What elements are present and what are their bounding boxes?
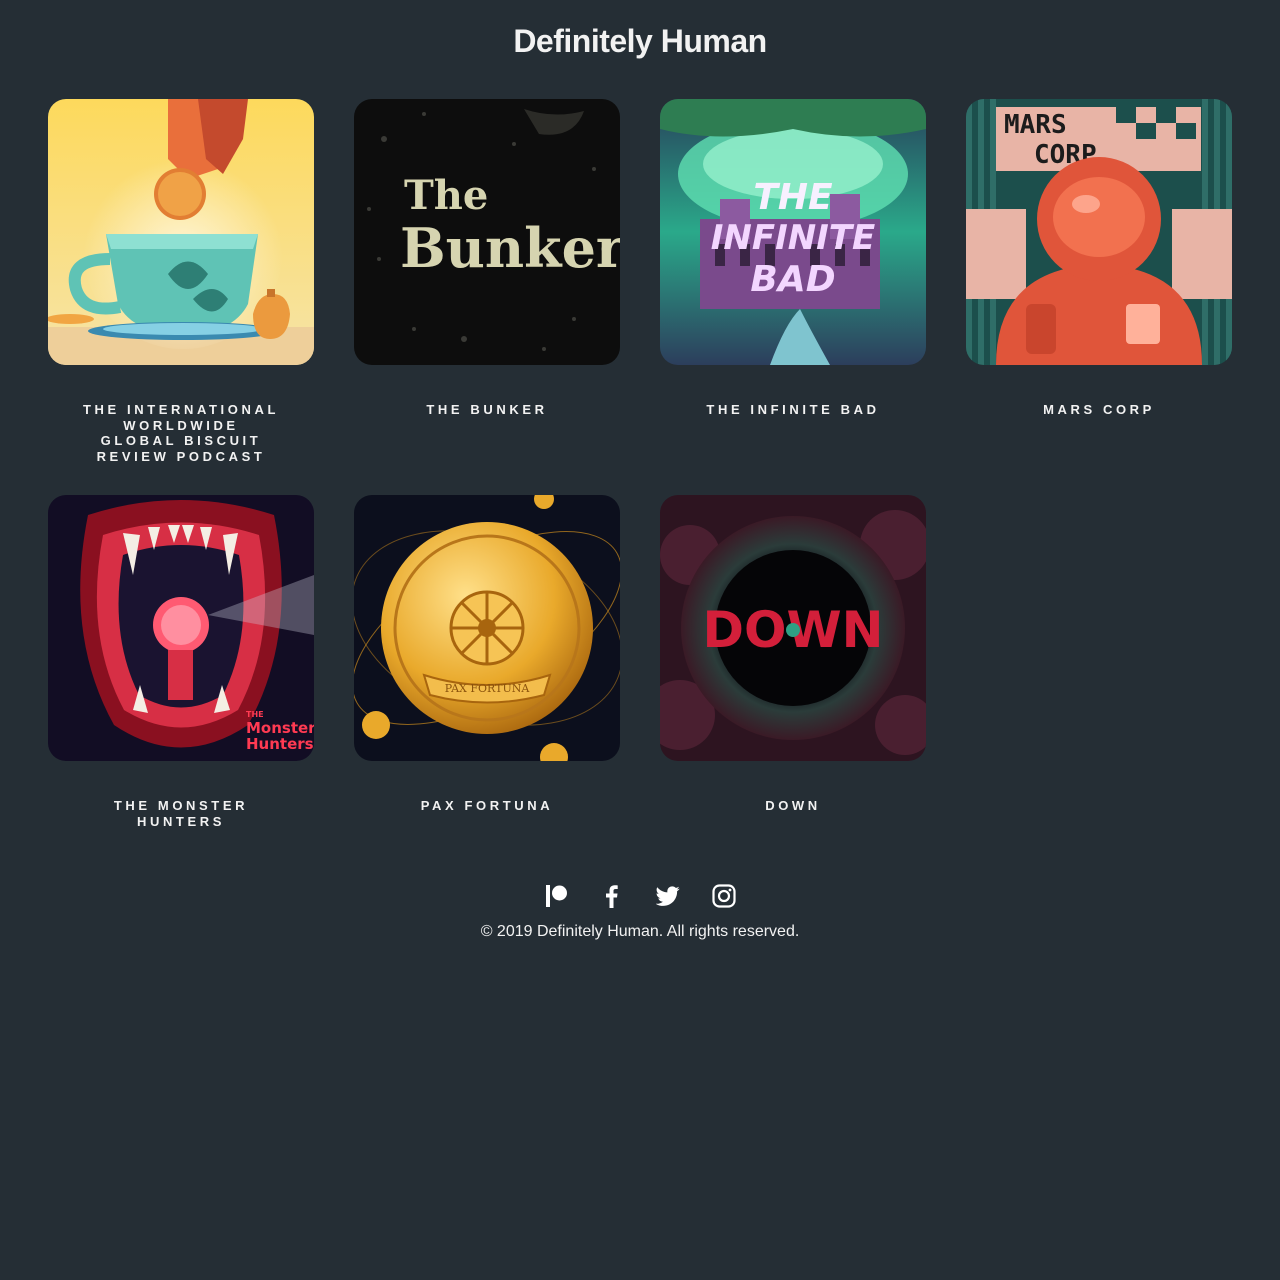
mars-corp-cover[interactable]: MARS CORP — [966, 99, 1232, 365]
site-footer: © 2019 Definitely Human. All rights rese… — [0, 878, 1280, 941]
pax-fortuna-art-text: PAX FORTUNA — [445, 682, 531, 695]
the-bunker-cover[interactable]: The Bunker — [354, 99, 620, 365]
patreon-icon[interactable] — [544, 884, 568, 908]
podcast-title[interactable]: THE INTERNATIONAL WORLDWIDE GLOBAL BISCU… — [48, 402, 314, 464]
podcast-title[interactable]: THE MONSTER HUNTERS — [48, 798, 314, 829]
podcast-card-the-infinite-bad[interactable]: THE INFINITE BAD THE INFINITE BAD — [660, 99, 926, 418]
mars-corp-art-text-mars: MARS — [1004, 110, 1067, 140]
podcast-card-the-monster-hunters[interactable]: THE Monster Hunters THE MONSTER HUNTERS — [48, 495, 314, 829]
site-title: Definitely Human — [513, 23, 767, 59]
infinite-bad-art-text-infinite: INFINITE — [711, 218, 876, 258]
podcast-title[interactable]: MARS CORP — [966, 402, 1232, 418]
podcast-title[interactable]: THE BUNKER — [354, 402, 620, 418]
infinite-bad-art-text-bad: BAD — [750, 259, 835, 300]
infinite-bad-art-text-the: THE — [753, 177, 833, 218]
instagram-icon[interactable] — [712, 884, 736, 908]
podcast-card-down[interactable]: DOWN DOWN — [660, 495, 926, 814]
twitter-icon[interactable] — [655, 884, 680, 908]
monster-hunters-art-text-hunters: Hunters — [246, 735, 314, 753]
podcast-card-pax-fortuna[interactable]: PAX FORTUNA PAX FORTUNA — [354, 495, 620, 814]
down-cover[interactable]: DOWN — [660, 495, 926, 761]
podcast-card-biscuit-review[interactable]: THE INTERNATIONAL WORLDWIDE GLOBAL BISCU… — [48, 99, 314, 464]
bunker-art-text-bunker: Bunker — [400, 216, 620, 280]
facebook-icon[interactable] — [600, 884, 624, 908]
podcast-title[interactable]: THE INFINITE BAD — [660, 402, 926, 418]
podcast-title[interactable]: DOWN — [660, 798, 926, 814]
monster-hunters-art-text-the: THE — [246, 710, 264, 719]
copyright-text: © 2019 Definitely Human. All rights rese… — [480, 923, 800, 940]
biscuit-review-cover[interactable] — [48, 99, 314, 365]
social-links — [0, 878, 1280, 914]
infinite-bad-cover[interactable]: THE INFINITE BAD — [660, 99, 926, 365]
podcast-card-mars-corp[interactable]: MARS CORP MARS CORP — [966, 99, 1232, 418]
podcast-card-the-bunker[interactable]: The Bunker THE BUNKER — [354, 99, 620, 418]
podcast-title[interactable]: PAX FORTUNA — [354, 798, 620, 814]
bunker-art-text-the: The — [404, 172, 488, 219]
monster-hunters-cover[interactable]: THE Monster Hunters — [48, 495, 314, 761]
pax-fortuna-cover[interactable]: PAX FORTUNA — [354, 495, 620, 761]
